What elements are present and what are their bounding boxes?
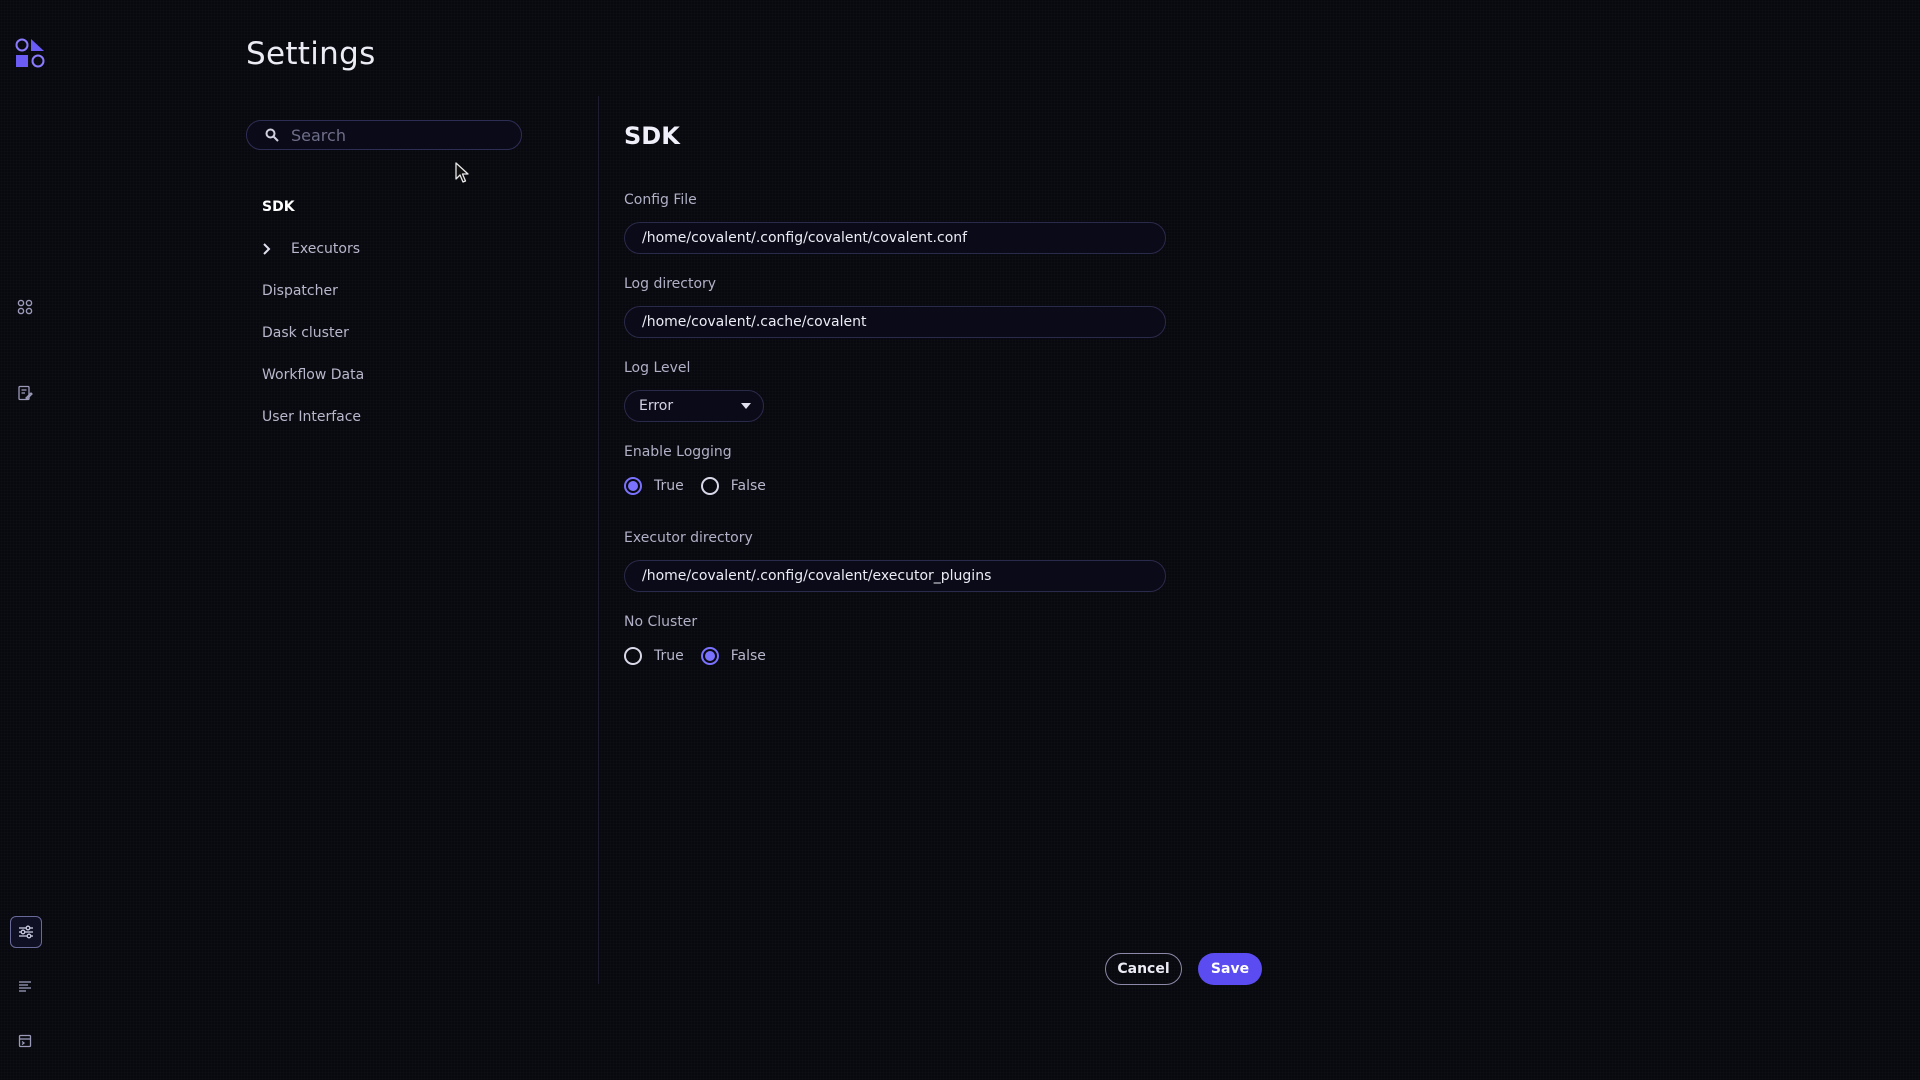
radio-checked-icon[interactable]: [700, 647, 719, 665]
terminal-icon[interactable]: [14, 1030, 36, 1052]
section-title: SDK: [624, 122, 680, 150]
nav-item-dask-cluster[interactable]: Dask cluster: [262, 312, 562, 354]
nav-item-label: Executors: [291, 241, 360, 257]
nav-item-label: SDK: [262, 199, 295, 215]
enable-logging-group: Enable Logging True False: [624, 442, 1184, 528]
nav-item-label: User Interface: [262, 409, 362, 425]
radio-unchecked-icon[interactable]: [624, 647, 642, 665]
nav-item-dispatcher[interactable]: Dispatcher: [262, 270, 562, 312]
search-icon: [265, 128, 279, 142]
logs-icon[interactable]: [14, 975, 36, 997]
search-box[interactable]: [246, 120, 522, 150]
enable-logging-true-radio[interactable]: True: [624, 477, 684, 495]
log-directory-label: Log directory: [624, 276, 717, 292]
chevron-right-icon[interactable]: [262, 243, 291, 255]
radio-label: False: [730, 648, 766, 664]
log-level-group: Log Level Error: [624, 358, 1184, 442]
mouse-cursor-icon: [455, 162, 471, 188]
settings-nav: SDK Executors Dispatcher Dask cluster Wo…: [262, 186, 562, 438]
enable-logging-label: Enable Logging: [624, 444, 732, 460]
executor-directory-group: Executor directory: [624, 528, 1184, 612]
nav-item-label: Workflow Data: [262, 367, 365, 383]
sdk-settings-form: SDK Config File Log directory Log Level …: [624, 118, 1184, 668]
log-level-value: Error: [639, 398, 674, 414]
log-level-select[interactable]: Error: [624, 390, 764, 422]
lattice-draft-icon[interactable]: [14, 382, 36, 404]
no-cluster-true-radio[interactable]: True: [624, 647, 684, 665]
nav-item-executors[interactable]: Executors: [262, 228, 562, 270]
log-level-label: Log Level: [624, 360, 691, 376]
no-cluster-label: No Cluster: [624, 614, 698, 630]
log-directory-group: Log directory: [624, 274, 1184, 358]
radio-label: True: [654, 648, 684, 664]
no-cluster-false-radio[interactable]: False: [700, 647, 766, 665]
nav-item-sdk[interactable]: SDK: [262, 186, 562, 228]
page-title: Settings: [246, 36, 376, 72]
radio-label: False: [730, 478, 766, 494]
radio-label: True: [654, 478, 684, 494]
enable-logging-false-radio[interactable]: False: [700, 477, 766, 495]
search-input[interactable]: [289, 124, 513, 146]
executor-directory-input[interactable]: [624, 560, 1166, 592]
config-file-input[interactable]: [624, 222, 1166, 254]
no-cluster-group: No Cluster True False: [624, 612, 1184, 668]
executor-directory-label: Executor directory: [624, 530, 753, 546]
log-directory-input[interactable]: [624, 306, 1166, 338]
nav-item-label: Dask cluster: [262, 325, 349, 341]
nav-item-workflow-data[interactable]: Workflow Data: [262, 354, 562, 396]
no-cluster-radio-group: True False: [624, 644, 1184, 668]
dashboard-icon[interactable]: [14, 296, 36, 318]
save-button[interactable]: Save: [1198, 953, 1262, 985]
caret-down-icon: [741, 403, 751, 409]
config-file-group: Config File: [624, 190, 1184, 274]
nav-item-user-interface[interactable]: User Interface: [262, 396, 562, 438]
nav-item-label: Dispatcher: [262, 283, 338, 299]
left-rail: [0, 0, 50, 1080]
radio-unchecked-icon[interactable]: [700, 477, 719, 495]
enable-logging-radio-group: True False: [624, 474, 1184, 498]
radio-checked-icon[interactable]: [624, 477, 642, 495]
config-file-label: Config File: [624, 192, 697, 208]
vertical-divider: [598, 96, 599, 984]
cancel-button[interactable]: Cancel: [1105, 953, 1182, 985]
logo-icon[interactable]: [15, 38, 47, 70]
settings-sliders-icon[interactable]: [10, 916, 42, 948]
